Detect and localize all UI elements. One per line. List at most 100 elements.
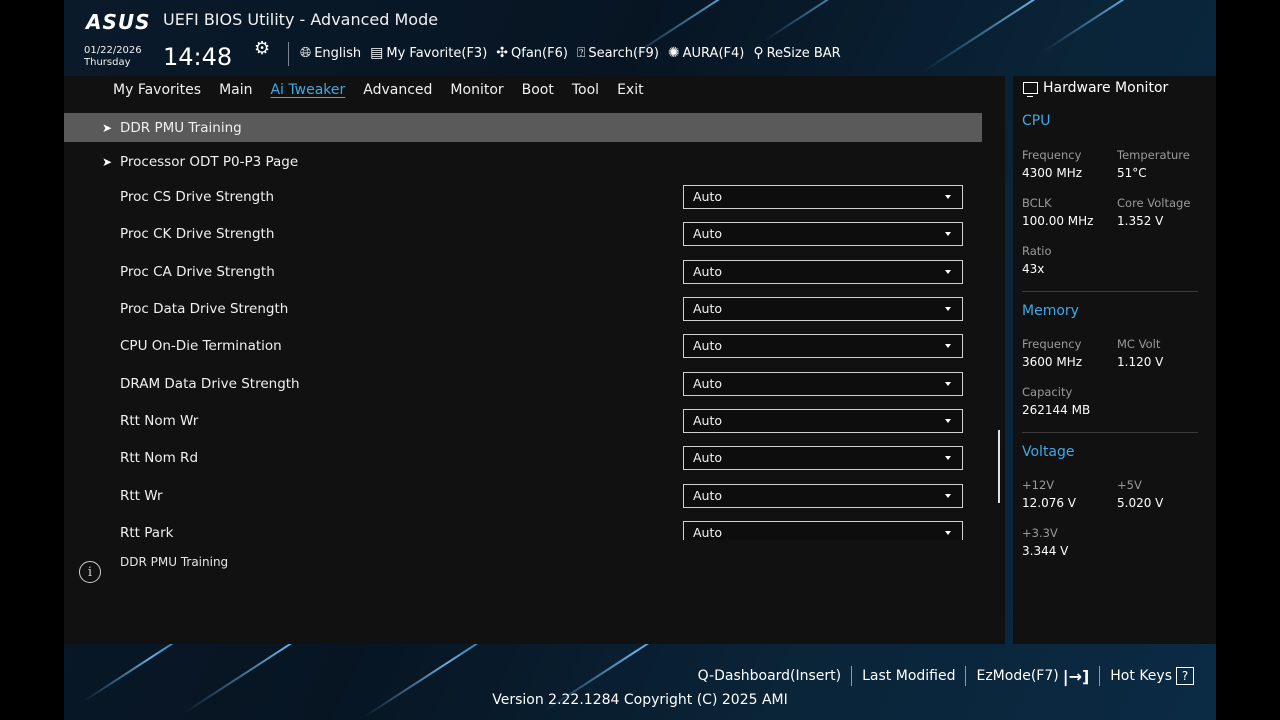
qfan-button[interactable]: ✣ Qfan(F6) <box>496 45 568 61</box>
help-panel: i DDR PMU Training <box>64 546 1005 644</box>
cpu-heading: CPU <box>1022 113 1051 129</box>
setting-label: Proc CK Drive Strength <box>120 225 275 242</box>
capacity-value: 262144 MB <box>1022 403 1091 417</box>
memory-frequency-value: 3600 MHz <box>1022 355 1083 369</box>
submenu-label: Processor ODT P0-P3 Page <box>120 153 299 170</box>
dropdown-arrow-icon <box>945 343 951 348</box>
page-title: UEFI BIOS Utility - Advanced Mode <box>163 10 439 29</box>
memory-heading: Memory <box>1022 303 1079 319</box>
cpu-temperature-label: Temperature <box>1117 148 1190 162</box>
setting-row: Proc Data Drive Strength Auto <box>64 294 982 323</box>
aura-label: AURA(F4) <box>682 45 745 61</box>
tab-my-favorites[interactable]: My Favorites <box>113 82 201 98</box>
select-value: Auto <box>693 450 723 465</box>
proc-ca-drive-strength-select[interactable]: Auto <box>683 259 963 284</box>
dropdown-arrow-icon <box>945 530 951 535</box>
proc-ck-drive-strength-select[interactable]: Auto <box>683 221 963 246</box>
my-favorite-label: My Favorite(F3) <box>386 45 488 61</box>
last-modified-button[interactable]: Last Modified <box>852 668 965 684</box>
globe-icon: 🌐︎ <box>300 45 312 61</box>
tab-boot[interactable]: Boot <box>522 82 554 98</box>
cpu-on-die-termination-select[interactable]: Auto <box>683 333 963 358</box>
section-divider <box>1022 291 1198 292</box>
select-value: Auto <box>693 413 723 428</box>
clock-time[interactable]: 14:48 <box>163 43 232 71</box>
fan-icon: ✣ <box>496 45 509 61</box>
rtt-nom-wr-select[interactable]: Auto <box>683 408 963 433</box>
my-favorite-button[interactable]: ▤ My Favorite(F3) <box>370 45 487 61</box>
select-value: Auto <box>693 189 723 204</box>
monitor-icon <box>1023 82 1038 97</box>
select-value: Auto <box>693 338 723 353</box>
setting-row: Rtt Wr Auto <box>64 481 982 510</box>
section-divider <box>1022 432 1198 433</box>
scrollbar[interactable] <box>998 430 1000 503</box>
aura-button[interactable]: ✺ AURA(F4) <box>668 45 744 61</box>
aura-icon: ✺ <box>667 45 680 61</box>
rtt-park-select[interactable]: Auto <box>683 520 963 540</box>
tab-exit[interactable]: Exit <box>617 82 644 98</box>
setting-row: Rtt Nom Rd Auto <box>64 443 982 472</box>
bclk-value: 100.00 MHz <box>1022 214 1094 228</box>
hardware-monitor-title: Hardware Monitor <box>1023 80 1168 97</box>
proc-data-drive-strength-select[interactable]: Auto <box>683 296 963 321</box>
chevron-right-icon: ➤ <box>102 120 113 135</box>
dropdown-arrow-icon <box>945 194 951 199</box>
submenu-ddr-pmu-training[interactable]: ➤ DDR PMU Training <box>64 113 982 142</box>
ratio-label: Ratio <box>1022 244 1052 258</box>
dram-data-drive-strength-select[interactable]: Auto <box>683 371 963 396</box>
v33-label: +3.3V <box>1022 526 1058 540</box>
setting-row: Proc CK Drive Strength Auto <box>64 219 982 248</box>
tab-advanced[interactable]: Advanced <box>363 82 432 98</box>
setting-row: Proc CS Drive Strength Auto <box>64 182 982 211</box>
setting-row: DRAM Data Drive Strength Auto <box>64 369 982 398</box>
main-panel: My Favorites Main Ai Tweaker Advanced Mo… <box>64 76 1005 644</box>
select-value: Auto <box>693 226 723 241</box>
date-display: 01/22/2026 Thursday <box>84 45 142 69</box>
main-menu: My Favorites Main Ai Tweaker Advanced Mo… <box>64 76 1005 104</box>
dropdown-arrow-icon <box>945 493 951 498</box>
language-button[interactable]: 🌐︎ English <box>300 45 361 61</box>
submenu-processor-odt[interactable]: ➤ Processor ODT P0-P3 Page <box>64 147 982 176</box>
dropdown-arrow-icon <box>945 306 951 311</box>
select-value: Auto <box>693 488 723 503</box>
cpu-frequency-label: Frequency <box>1022 148 1082 162</box>
help-text: DDR PMU Training <box>120 555 229 569</box>
hot-keys-button[interactable]: Hot Keys ? <box>1100 667 1204 685</box>
tab-ai-tweaker[interactable]: Ai Tweaker <box>270 82 345 98</box>
select-value: Auto <box>693 525 723 540</box>
cpu-frequency-value: 4300 MHz <box>1022 166 1083 180</box>
version-text: Version 2.22.1284 Copyright (C) 2025 AMI <box>492 692 788 708</box>
search-button[interactable]: ⍰ Search(F9) <box>577 45 659 61</box>
capacity-label: Capacity <box>1022 385 1073 399</box>
proc-cs-drive-strength-select[interactable]: Auto <box>683 184 963 209</box>
dropdown-arrow-icon <box>945 231 951 236</box>
select-value: Auto <box>693 301 723 316</box>
gear-icon[interactable]: ⚙ <box>254 38 270 59</box>
resize-bar-icon: ⚲ <box>753 45 764 61</box>
setting-row: Rtt Nom Wr Auto <box>64 406 982 435</box>
q-dashboard-button[interactable]: Q-Dashboard(Insert) <box>688 668 852 684</box>
day-text: Thursday <box>84 57 131 68</box>
dropdown-arrow-icon <box>945 418 951 423</box>
asus-logo: ASUS <box>86 10 151 34</box>
setting-label: DRAM Data Drive Strength <box>120 375 300 392</box>
tab-tool[interactable]: Tool <box>572 82 599 98</box>
tab-monitor[interactable]: Monitor <box>450 82 503 98</box>
bios-window: ASUS UEFI BIOS Utility - Advanced Mode 0… <box>64 0 1216 720</box>
ezmode-label: EzMode(F7) <box>976 668 1059 684</box>
setting-label: Rtt Park <box>120 524 174 541</box>
rtt-wr-select[interactable]: Auto <box>683 483 963 508</box>
chevron-right-icon: ➤ <box>102 154 113 169</box>
info-icon: i <box>79 561 101 583</box>
tab-main[interactable]: Main <box>219 82 252 98</box>
v33-value: 3.344 V <box>1022 544 1069 558</box>
ezmode-button[interactable]: EzMode(F7) |→] <box>966 667 1099 686</box>
resize-bar-button[interactable]: ⚲ ReSize BAR <box>753 45 840 61</box>
rtt-nom-rd-select[interactable]: Auto <box>683 445 963 470</box>
favorite-icon: ▤ <box>370 45 384 61</box>
setting-label: Proc CA Drive Strength <box>120 263 275 280</box>
core-voltage-value: 1.352 V <box>1117 214 1164 228</box>
v12-label: +12V <box>1022 478 1055 492</box>
cpu-temperature-value: 51°C <box>1117 166 1147 180</box>
